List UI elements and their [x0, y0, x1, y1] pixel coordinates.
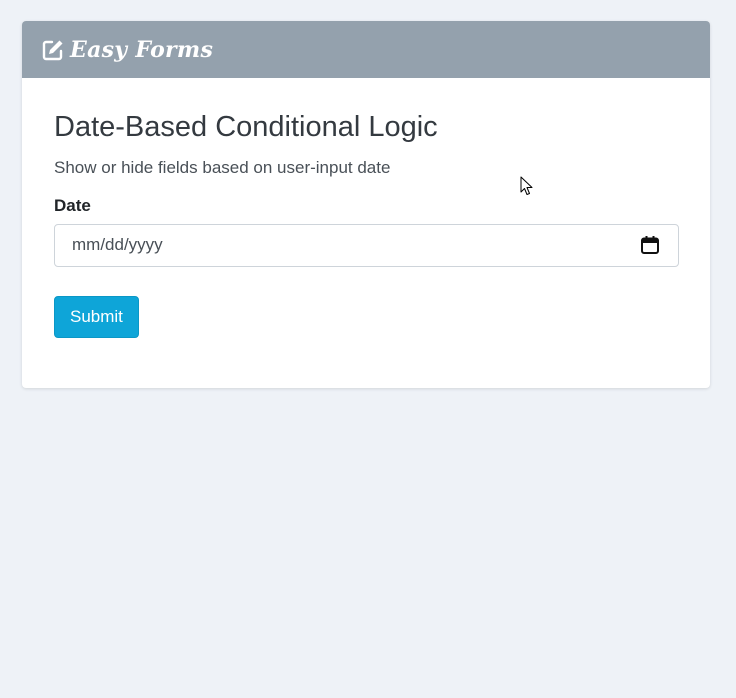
submit-button[interactable]: Submit	[54, 295, 139, 338]
form-card: Easy Forms Date-Based Conditional Logic …	[22, 21, 710, 388]
brand-title: Easy Forms	[70, 36, 214, 63]
date-input[interactable]: mm/dd/yyyy	[54, 223, 679, 267]
calendar-icon[interactable]	[640, 235, 660, 255]
card-body: Date-Based Conditional Logic Show or hid…	[22, 78, 710, 338]
mouse-pointer-icon	[520, 176, 534, 196]
edit-square-icon	[40, 37, 66, 63]
form-description: Show or hide fields based on user-input …	[54, 157, 391, 177]
card-header: Easy Forms	[22, 21, 710, 78]
date-placeholder: mm/dd/yyyy	[72, 235, 163, 255]
date-label: Date	[54, 195, 91, 215]
form-title: Date-Based Conditional Logic	[54, 111, 438, 143]
